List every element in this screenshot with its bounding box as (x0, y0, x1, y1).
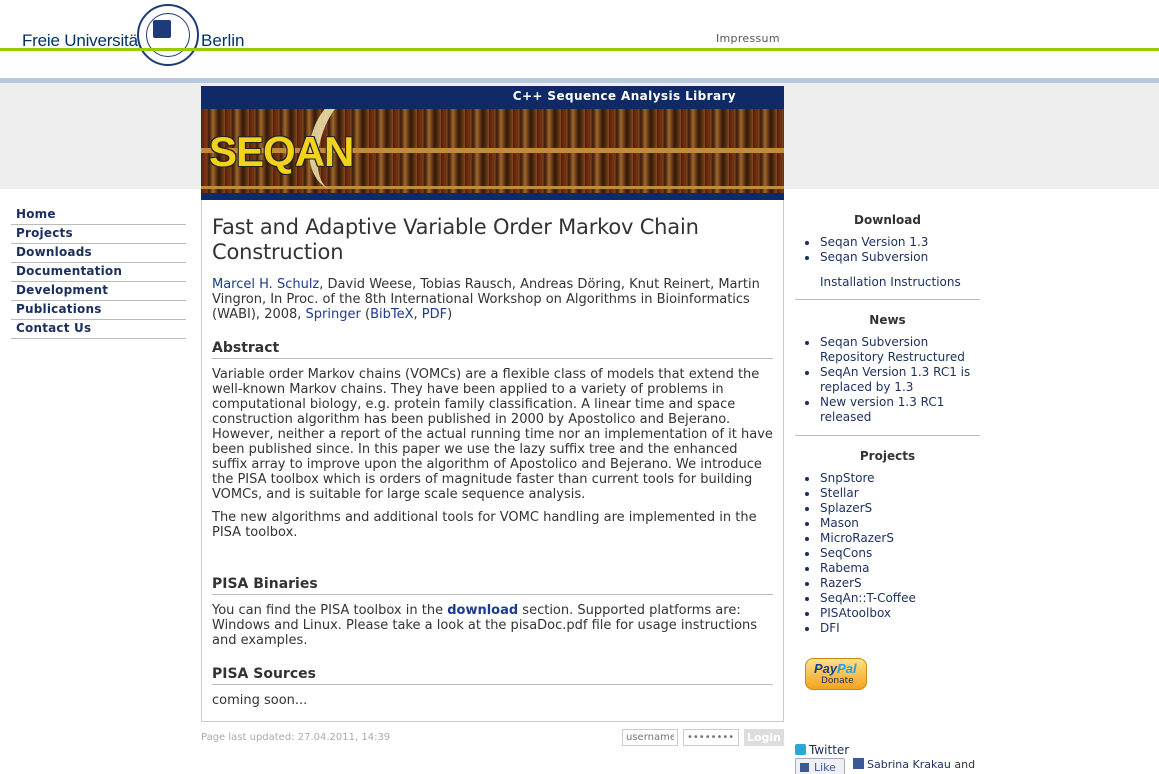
like-label: Like (814, 761, 836, 774)
news-link[interactable]: New version 1.3 RC1 released (820, 395, 944, 424)
download-link-seqan-1-3[interactable]: Seqan Version 1.3 (820, 235, 928, 249)
project-link[interactable]: RazerS (820, 576, 862, 590)
fu-berlin-logo[interactable]: Freie Universität Berlin (22, 4, 262, 68)
news-link[interactable]: SeqAn Version 1.3 RC1 is replaced by 1.3 (820, 365, 970, 394)
facebook-icon (853, 758, 864, 769)
download-box: Download Seqan Version 1.3 Seqan Subvers… (795, 213, 980, 300)
list-item: SplazerS (795, 501, 980, 516)
project-link[interactable]: DFI (820, 621, 840, 635)
binaries-text-pre: You can find the PISA toolbox in the (212, 603, 448, 618)
site-header: Freie Universität Berlin Impressum (0, 0, 1159, 66)
news-link[interactable]: Seqan Subversion Repository Restructured (820, 335, 965, 364)
twitter-icon (795, 744, 806, 755)
author-link[interactable]: Marcel H. Schulz (212, 277, 319, 292)
list-item: Seqan Version 1.3 (795, 235, 980, 250)
list-item: Stellar (795, 486, 980, 501)
project-link[interactable]: SnpStore (820, 471, 875, 485)
pisa-sources-heading: PISA Sources (212, 666, 773, 685)
pdf-link[interactable]: PDF (422, 307, 447, 322)
paypal-pal: Pal (837, 661, 857, 676)
list-item: RazerS (795, 576, 980, 591)
facebook-like-button[interactable]: Like (795, 758, 845, 774)
twitter-link[interactable]: Twitter (809, 743, 849, 757)
seqan-logo[interactable]: SEQAN (209, 128, 354, 176)
project-link[interactable]: SeqAn::T-Coffee (820, 591, 916, 605)
projects-box: Projects SnpStore Stellar SplazerS Mason… (795, 449, 980, 636)
last-updated-text: Page last updated: 27.04.2011, 14:39 (201, 732, 391, 743)
project-link[interactable]: PISAtoolbox (820, 606, 891, 620)
donate-label: Donate (821, 676, 854, 686)
download-link[interactable]: download (447, 603, 518, 618)
list-item: SeqCons (795, 546, 980, 561)
nav-item-home[interactable]: Home (11, 206, 186, 225)
list-item: SeqAn Version 1.3 RC1 is replaced by 1.3 (795, 365, 980, 395)
impressum-link[interactable]: Impressum (716, 32, 780, 45)
shelf-board (201, 186, 784, 189)
nav-item-development[interactable]: Development (11, 282, 186, 301)
news-title: News (869, 313, 906, 327)
list-item: DFI (795, 621, 980, 636)
facebook-social-text: Sabrina Krakau and (853, 758, 983, 771)
list-item: Seqan Subversion Repository Restructured (795, 335, 980, 365)
password-input[interactable] (683, 729, 739, 746)
abstract-paragraph-2: The new algorithms and additional tools … (212, 510, 757, 540)
bibtex-link[interactable]: BibTeX (370, 307, 413, 322)
project-link[interactable]: SeqCons (820, 546, 872, 560)
banner-title: C++ Sequence Analysis Library (512, 89, 736, 103)
citation-comma: , (413, 307, 422, 322)
project-link[interactable]: SplazerS (820, 501, 872, 515)
twitter-link-wrap: Twitter (795, 743, 849, 757)
news-box: News Seqan Subversion Repository Restruc… (795, 313, 980, 436)
list-item: Mason (795, 516, 980, 531)
project-link[interactable]: Stellar (820, 486, 859, 500)
nav-item-projects[interactable]: Projects (11, 225, 186, 244)
page-title: Fast and Adaptive Variable Order Markov … (212, 215, 699, 264)
project-link[interactable]: Mason (820, 516, 859, 530)
list-item: Rabema (795, 561, 980, 576)
main-content: Fast and Adaptive Variable Order Markov … (201, 200, 784, 722)
project-link[interactable]: Rabema (820, 561, 869, 575)
right-sidebar: Download Seqan Version 1.3 Seqan Subvers… (795, 200, 980, 774)
university-seal-icon (137, 4, 199, 66)
nav-item-publications[interactable]: Publications (11, 301, 186, 320)
paypal-pay: Pay (814, 661, 838, 676)
paypal-donate-button[interactable]: PayPal Donate (805, 658, 867, 690)
download-link-seqan-subversion[interactable]: Seqan Subversion (820, 250, 928, 264)
abstract-heading: Abstract (212, 340, 773, 359)
pisa-binaries-heading: PISA Binaries (212, 576, 773, 595)
list-item: New version 1.3 RC1 released (795, 395, 980, 425)
list-item: PISAtoolbox (795, 606, 980, 621)
publication-citation: Marcel H. Schulz, David Weese, Tobias Ra… (212, 277, 773, 322)
nav-item-documentation[interactable]: Documentation (11, 263, 186, 282)
pisa-binaries-text: You can find the PISA toolbox in the dow… (212, 603, 773, 648)
list-item: SnpStore (795, 471, 980, 486)
username-input[interactable] (622, 729, 678, 746)
paypal-logo-text: PayPal (814, 661, 857, 676)
thumbs-up-icon (800, 763, 809, 772)
springer-link[interactable]: Springer (306, 307, 361, 322)
banner-bottom-bar (201, 193, 784, 200)
citation-paren: ( (360, 307, 371, 322)
list-item: MicroRazerS (795, 531, 980, 546)
nav-item-contact-us[interactable]: Contact Us (11, 320, 186, 339)
nav-item-downloads[interactable]: Downloads (11, 244, 186, 263)
banner-title-bar: C++ Sequence Analysis Library (201, 86, 784, 109)
pisa-sources-text: coming soon... (212, 693, 308, 708)
login-button[interactable]: Login (744, 729, 784, 746)
facebook-friend-link[interactable]: Sabrina Krakau (867, 758, 951, 771)
header-green-line (0, 48, 1159, 51)
project-link[interactable]: MicroRazerS (820, 531, 894, 545)
list-item: SeqAn::T-Coffee (795, 591, 980, 606)
download-title: Download (854, 213, 921, 227)
projects-title: Projects (859, 449, 916, 463)
list-item: Seqan Subversion (795, 250, 980, 265)
citation-paren: ) (447, 307, 453, 322)
abstract-paragraph: Variable order Markov chains (VOMCs) are… (212, 367, 773, 502)
installation-instructions-link[interactable]: Installation Instructions (795, 275, 980, 289)
facebook-text-rest: and (950, 758, 976, 771)
left-navigation: Home Projects Downloads Documentation De… (11, 206, 186, 339)
seqan-banner: SEQAN C++ Sequence Analysis Library (201, 86, 784, 200)
